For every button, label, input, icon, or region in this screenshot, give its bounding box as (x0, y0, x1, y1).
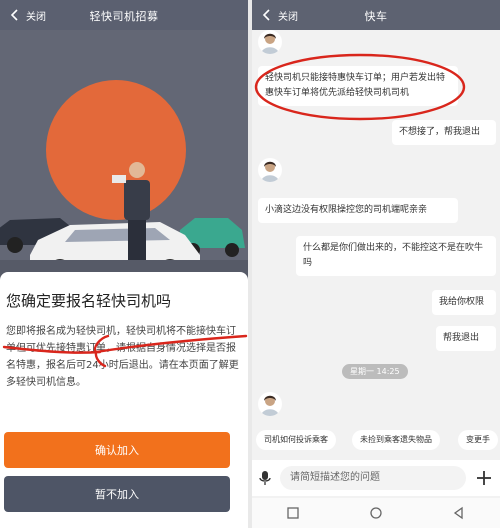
time-chip: 星期一 14:25 (342, 364, 408, 379)
message-bubble: 什么都是你们做出来的，不能控这不是在吹牛吗 (296, 236, 496, 276)
hero-illustration (0, 30, 248, 280)
dialog-body: 您即将报名成为轻快司机，轻快司机将不能接快车订单但可优先接特惠订单，请根据自身情… (6, 326, 239, 388)
page-title: 轻快司机招募 (89, 10, 159, 23)
decline-join-button[interactable]: 暂不加入 (4, 476, 230, 512)
quick-reply-chip[interactable]: 变更手 (458, 430, 498, 450)
chat-screen: 关闭 快车 轻快司机只能接特惠快车订单；用户若发出特惠快车订单将优先派给轻快司机… (252, 0, 500, 528)
confirm-dialog: 您确定要报名轻快司机吗 您即将报名成为轻快司机，轻快司机将不能接快车订单但可优先… (0, 272, 248, 528)
input-bar: 请简短描述您的问题 (252, 460, 500, 496)
message-bubble: 我给你权限 (432, 290, 496, 315)
chat-title: 快车 (364, 10, 388, 23)
message-bubble: 帮我退出 (436, 326, 496, 351)
agent-avatar (258, 30, 282, 54)
quick-reply-chip[interactable]: 未捡到乘客遗失物品 (352, 430, 440, 450)
recruit-screen: 关闭 轻快司机招募 您确定要报名轻快司机吗 您即将报名成为轻快司机，轻快司机将不… (0, 0, 248, 528)
message-bubble: 小滴这边没有权限操控您的司机端呢亲亲 (258, 198, 458, 223)
cars-illustration (0, 162, 245, 280)
agent-avatar (258, 158, 282, 182)
system-nav-bar (252, 498, 500, 528)
message-input[interactable]: 请简短描述您的问题 (280, 466, 466, 490)
confirm-join-button[interactable]: 确认加入 (4, 432, 230, 468)
plus-icon[interactable] (474, 468, 494, 488)
message-bubble: 轻快司机只能接特惠快车订单；用户若发出特惠快车订单将优先派给轻快司机司机 (258, 66, 458, 106)
nav-bar: 关闭 快车 (252, 0, 500, 30)
quick-reply-chips: 司机如何投诉乘客 未捡到乘客遗失物品 变更手 (252, 430, 500, 450)
screenshot: 关闭 轻快司机招募 您确定要报名轻快司机吗 您即将报名成为轻快司机，轻快司机将不… (0, 0, 500, 528)
message-bubble: 不想接了，帮我退出 (392, 120, 496, 145)
home-icon[interactable] (369, 506, 383, 520)
agent-avatar (258, 392, 282, 416)
recent-apps-icon[interactable] (286, 506, 300, 520)
nav-bar: 关闭 轻快司机招募 (0, 0, 248, 30)
back-triangle-icon[interactable] (452, 506, 466, 520)
dialog-heading: 您确定要报名轻快司机吗 (6, 292, 172, 310)
microphone-icon[interactable] (258, 470, 272, 486)
quick-reply-chip[interactable]: 司机如何投诉乘客 (256, 430, 336, 450)
